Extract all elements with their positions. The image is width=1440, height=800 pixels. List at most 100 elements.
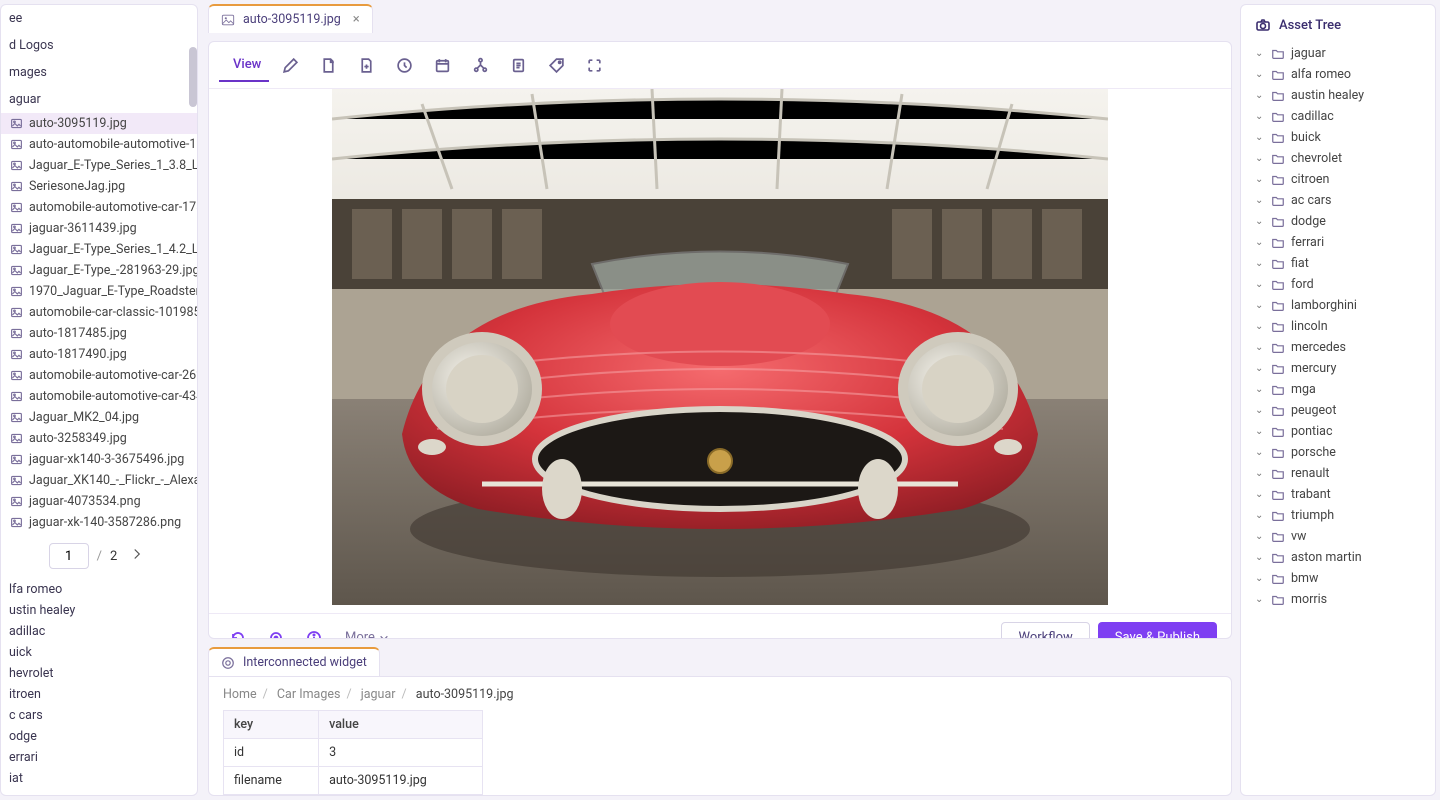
tree-folder-row[interactable]: ⌄buick bbox=[1241, 127, 1435, 148]
tree-folder-row[interactable]: ⌄peugeot bbox=[1241, 400, 1435, 421]
folder-label: renault bbox=[1291, 466, 1329, 481]
tree-section[interactable]: d Logos bbox=[1, 32, 197, 59]
tree-folder-row[interactable]: ⌄mga bbox=[1241, 379, 1435, 400]
tree-folder-row[interactable]: ⌄fiat bbox=[1241, 253, 1435, 274]
pager-input[interactable] bbox=[49, 543, 89, 569]
tree-folder[interactable]: adillac bbox=[1, 621, 197, 642]
file-item[interactable]: 1970_Jaguar_E-Type_Roadster_4.2... bbox=[1, 281, 197, 302]
chevron-down-icon: ⌄ bbox=[1255, 237, 1265, 248]
file-item[interactable]: automobile-car-classic-101985.jpg bbox=[1, 302, 197, 323]
file-item[interactable]: automobile-automotive-car-2620... bbox=[1, 365, 197, 386]
breadcrumb-item[interactable]: Car Images bbox=[277, 687, 341, 702]
file-item[interactable]: jaguar-xk140-3-3675496.jpg bbox=[1, 449, 197, 470]
tree-folder[interactable]: odge bbox=[1, 726, 197, 747]
tree-folder[interactable]: iat bbox=[1, 768, 197, 789]
tree-folder-row[interactable]: ⌄renault bbox=[1241, 463, 1435, 484]
tree-folder-row[interactable]: ⌄dodge bbox=[1241, 211, 1435, 232]
image-file-icon bbox=[9, 495, 23, 509]
tree-folder-row[interactable]: ⌄mercedes bbox=[1241, 337, 1435, 358]
tree-folder-row[interactable]: ⌄morris bbox=[1241, 589, 1435, 610]
tree-section[interactable]: aguar bbox=[1, 86, 197, 113]
file-item[interactable]: jaguar-4073534.png bbox=[1, 491, 197, 512]
history-icon[interactable] bbox=[387, 48, 421, 82]
folder-label: lincoln bbox=[1291, 319, 1328, 334]
tree-folder-row[interactable]: ⌄lincoln bbox=[1241, 316, 1435, 337]
widget-panel: Interconnected widget Home/ Car Images/ … bbox=[208, 647, 1232, 796]
pager-next-button[interactable] bbox=[125, 546, 149, 566]
notes-icon[interactable] bbox=[501, 48, 535, 82]
tree-folder-row[interactable]: ⌄lamborghini bbox=[1241, 295, 1435, 316]
file-item[interactable]: auto-1817490.jpg bbox=[1, 344, 197, 365]
tree-folder-row[interactable]: ⌄bmw bbox=[1241, 568, 1435, 589]
file-item[interactable]: Jaguar_E-Type_-281963-29.jpg bbox=[1, 260, 197, 281]
left-sidebar: ee d Logos mages aguar auto-3095119.jpga… bbox=[0, 4, 198, 796]
file-item[interactable]: Jaguar_E-Type_Series_1_3.8_Litre_... bbox=[1, 155, 197, 176]
file-item[interactable]: auto-1817485.jpg bbox=[1, 323, 197, 344]
tree-folder-row[interactable]: ⌄ferrari bbox=[1241, 232, 1435, 253]
tree-section[interactable]: mages bbox=[1, 59, 197, 86]
tree-folder[interactable]: ustin healey bbox=[1, 600, 197, 621]
scrollbar-thumb[interactable] bbox=[189, 47, 197, 107]
chevron-down-icon: ⌄ bbox=[1255, 174, 1265, 185]
file-item[interactable]: auto-3095119.jpg bbox=[1, 113, 197, 134]
file-item[interactable]: automobile-automotive-car-4344... bbox=[1, 386, 197, 407]
save-publish-button[interactable]: Save & Publish bbox=[1098, 622, 1217, 639]
tree-folder[interactable]: hevrolet bbox=[1, 663, 197, 684]
breadcrumb-item[interactable]: jaguar bbox=[361, 687, 396, 702]
tree-folder[interactable]: uick bbox=[1, 642, 197, 663]
tree-folder-row[interactable]: ⌄trabant bbox=[1241, 484, 1435, 505]
more-dropdown[interactable]: More bbox=[337, 626, 397, 639]
preview-image bbox=[332, 89, 1108, 605]
document-icon[interactable] bbox=[311, 48, 345, 82]
tree-folder[interactable]: itroen bbox=[1, 684, 197, 705]
tree-folder-row[interactable]: ⌄citroen bbox=[1241, 169, 1435, 190]
file-item[interactable]: jaguar-3611439.jpg bbox=[1, 218, 197, 239]
tree-folder-row[interactable]: ⌄cadillac bbox=[1241, 106, 1435, 127]
file-item[interactable]: Jaguar_MK2_04.jpg bbox=[1, 407, 197, 428]
image-file-icon bbox=[9, 138, 23, 152]
widget-tab[interactable]: Interconnected widget bbox=[208, 647, 380, 676]
edit-icon[interactable] bbox=[273, 48, 307, 82]
refresh-icon[interactable] bbox=[223, 623, 253, 640]
target-icon[interactable] bbox=[261, 623, 291, 640]
tree-folder-row[interactable]: ⌄triumph bbox=[1241, 505, 1435, 526]
workflow-button[interactable]: Workflow bbox=[1001, 622, 1089, 639]
document-add-icon[interactable] bbox=[349, 48, 383, 82]
asset-viewer-card: View bbox=[208, 41, 1232, 639]
folder-label: aston martin bbox=[1291, 550, 1362, 565]
tree-folder-row[interactable]: ⌄porsche bbox=[1241, 442, 1435, 463]
file-item[interactable]: SeriesoneJag.jpg bbox=[1, 176, 197, 197]
tree-folder-row[interactable]: ⌄ford bbox=[1241, 274, 1435, 295]
close-tab-button[interactable]: × bbox=[353, 12, 360, 27]
file-name: Jaguar_MK2_04.jpg bbox=[29, 410, 139, 425]
file-item[interactable]: auto-3258349.jpg bbox=[1, 428, 197, 449]
tree-folder-row[interactable]: ⌄chevrolet bbox=[1241, 148, 1435, 169]
tree-folder-row[interactable]: ⌄austin healey bbox=[1241, 85, 1435, 106]
file-item[interactable]: automobile-automotive-car-1784... bbox=[1, 197, 197, 218]
tree-folder-row[interactable]: ⌄pontiac bbox=[1241, 421, 1435, 442]
tree-folder-row[interactable]: ⌄jaguar bbox=[1241, 43, 1435, 64]
view-tab[interactable]: View bbox=[219, 48, 269, 82]
tree-folder-row[interactable]: ⌄alfa romeo bbox=[1241, 64, 1435, 85]
tree-folder[interactable]: lfa romeo bbox=[1, 579, 197, 600]
file-item[interactable]: Jaguar_XK140_-_Flickr_-_Alexandr... bbox=[1, 470, 197, 491]
tree-folder-row[interactable]: ⌄ac cars bbox=[1241, 190, 1435, 211]
tag-icon[interactable] bbox=[539, 48, 573, 82]
expand-icon[interactable] bbox=[577, 48, 611, 82]
file-item[interactable]: Jaguar_E-Type_Series_1_4.2_Litre_... bbox=[1, 239, 197, 260]
editor-tab[interactable]: auto-3095119.jpg × bbox=[208, 4, 373, 33]
tree-folder-row[interactable]: ⌄mercury bbox=[1241, 358, 1435, 379]
tree-folder-row[interactable]: ⌄vw bbox=[1241, 526, 1435, 547]
schedule-icon[interactable] bbox=[425, 48, 459, 82]
folder-label: bmw bbox=[1291, 571, 1318, 586]
tree-folder[interactable]: errari bbox=[1, 747, 197, 768]
file-item[interactable]: auto-automobile-automotive-192... bbox=[1, 134, 197, 155]
tree-folder[interactable]: c cars bbox=[1, 705, 197, 726]
tree-folder-row[interactable]: ⌄aston martin bbox=[1241, 547, 1435, 568]
info-icon[interactable] bbox=[299, 623, 329, 640]
camera-icon bbox=[1255, 17, 1271, 33]
dependencies-icon[interactable] bbox=[463, 48, 497, 82]
file-item[interactable]: jaguar-xk-140-3587286.png bbox=[1, 512, 197, 533]
folder-label: chevrolet bbox=[1291, 151, 1342, 166]
breadcrumb-item[interactable]: Home bbox=[223, 687, 257, 702]
